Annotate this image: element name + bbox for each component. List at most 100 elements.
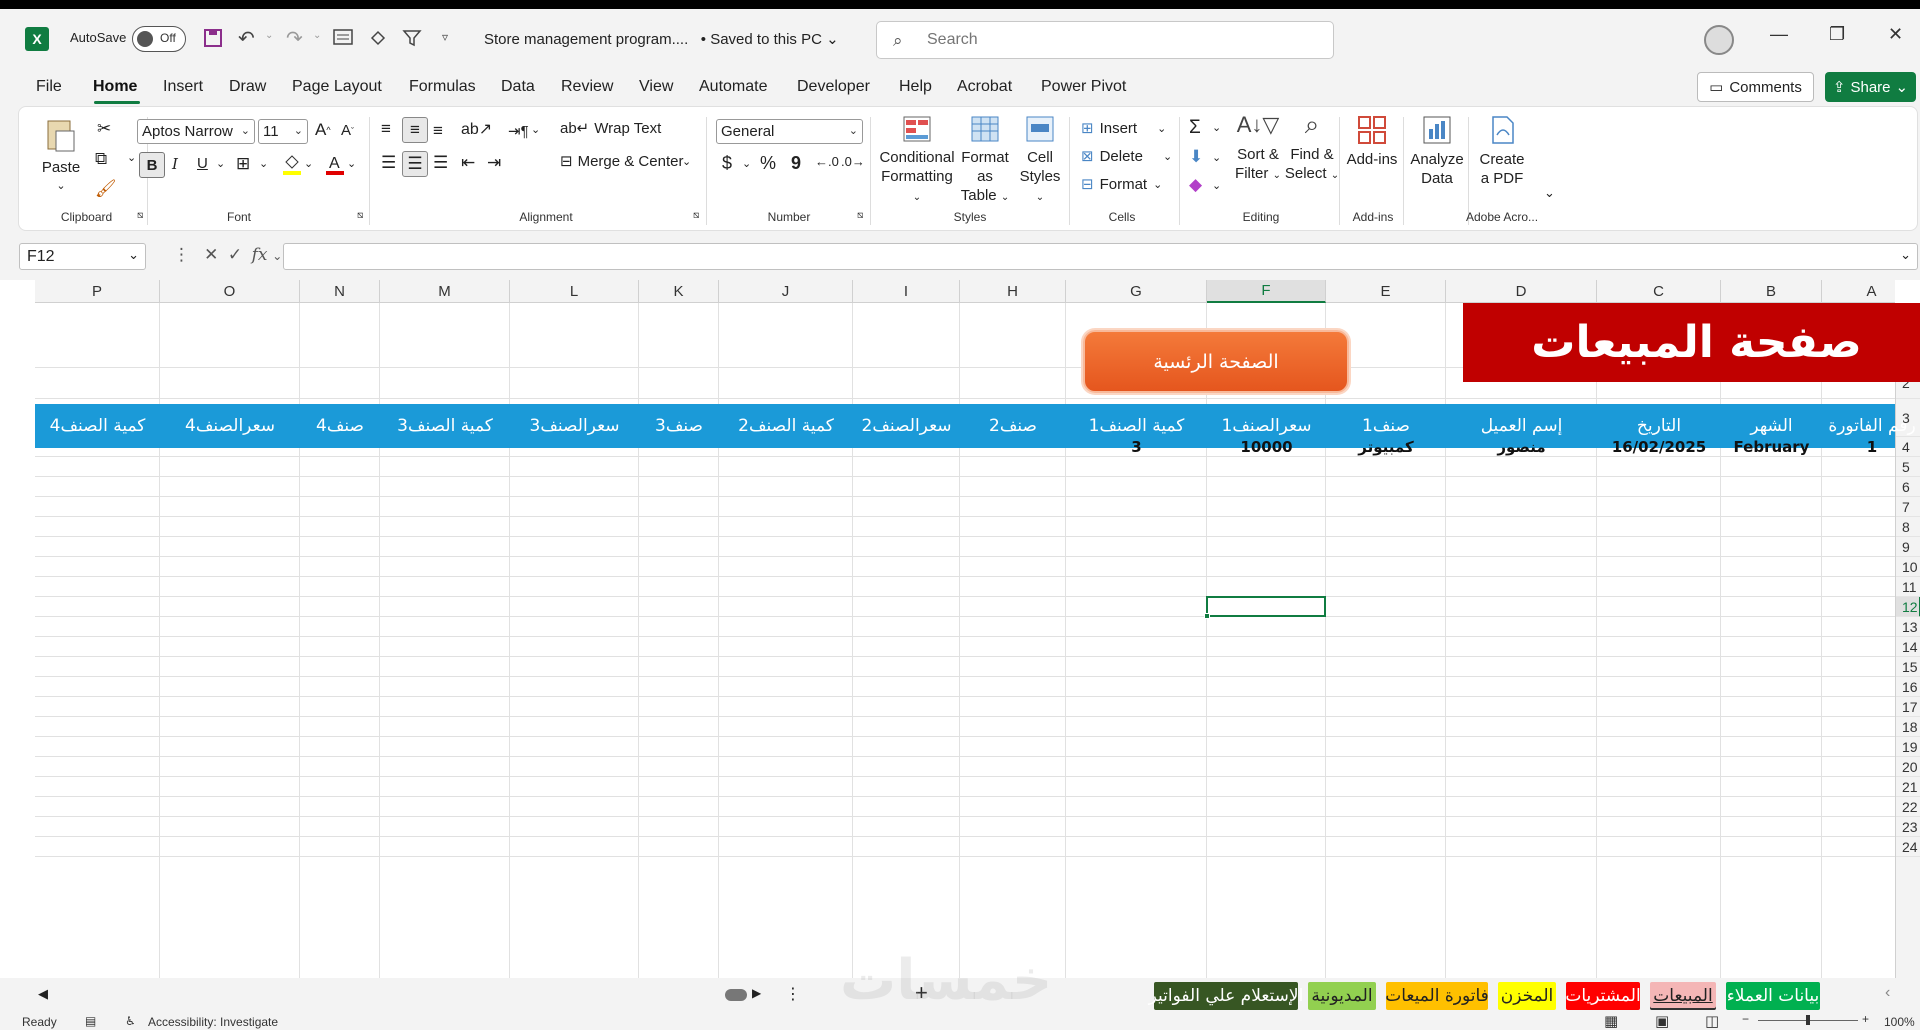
fill-dropdown-icon[interactable]: ⌄ bbox=[1212, 151, 1221, 164]
tab-review[interactable]: Review bbox=[561, 78, 613, 96]
column-header-p[interactable]: P bbox=[35, 280, 160, 303]
sheet-tab[interactable]: المخزن bbox=[1498, 982, 1556, 1010]
row-header-8[interactable]: 8 bbox=[1896, 517, 1920, 537]
comma-button[interactable]: 9 bbox=[791, 153, 801, 174]
sheet-tab[interactable]: المديونية bbox=[1308, 982, 1376, 1010]
insert-cells-button[interactable]: ⊞ Insert ⌄ bbox=[1081, 119, 1166, 138]
name-box[interactable]: F12 ⌄ bbox=[19, 243, 146, 270]
font-color-dropdown-icon[interactable]: ⌄ bbox=[347, 157, 356, 170]
sheet-tab[interactable]: الإستعلام علي الفواتير bbox=[1149, 982, 1303, 1010]
page-layout-view-icon[interactable]: ▣ bbox=[1655, 1012, 1669, 1030]
zoom-slider-thumb[interactable] bbox=[1806, 1015, 1810, 1025]
format-cells-button[interactable]: ⊟ Format ⌄ bbox=[1081, 175, 1162, 194]
cell-a4[interactable]: 1 bbox=[1822, 437, 1920, 457]
number-format-select[interactable]: General ⌄ bbox=[716, 119, 863, 144]
fill-color-icon[interactable] bbox=[281, 152, 303, 176]
row-header-14[interactable]: 14 bbox=[1896, 637, 1920, 657]
sheet-tab[interactable]: فاتورة الميعات bbox=[1385, 982, 1489, 1010]
tab-power-pivot[interactable]: Power Pivot bbox=[1041, 78, 1126, 96]
underline-button[interactable]: U bbox=[197, 155, 208, 172]
increase-decimal-icon[interactable]: ←.0 bbox=[815, 154, 839, 169]
row-header-23[interactable]: 23 bbox=[1896, 817, 1920, 837]
align-right-icon[interactable]: ☰ bbox=[433, 153, 448, 173]
search-box[interactable]: ⌕ bbox=[876, 21, 1334, 59]
borders-dropdown-icon[interactable]: ⌄ bbox=[259, 157, 268, 170]
cancel-icon[interactable]: ✕ bbox=[204, 245, 218, 264]
zoom-out-icon[interactable]: − bbox=[1742, 1012, 1749, 1026]
cell-styles-button[interactable]: Cell Styles ⌄ bbox=[1017, 115, 1063, 207]
fill-dropdown-icon[interactable]: ⌄ bbox=[304, 157, 313, 170]
wrap-text-button[interactable]: ab↵ Wrap Text bbox=[560, 119, 661, 138]
column-header-o[interactable]: O bbox=[160, 280, 300, 303]
conditional-formatting-button[interactable]: Conditional Formatting ⌄ bbox=[879, 115, 955, 207]
column-header-m[interactable]: M bbox=[380, 280, 510, 303]
dialog-launcher-icon[interactable]: ⧅ bbox=[357, 210, 363, 221]
copy-dropdown-icon[interactable]: ⌄ bbox=[127, 151, 136, 164]
cut-icon[interactable]: ✂ bbox=[97, 119, 111, 139]
tab-data[interactable]: Data bbox=[501, 78, 535, 96]
home-page-button[interactable]: الصفحة الرئسية bbox=[1083, 330, 1349, 393]
clear-dropdown-icon[interactable]: ⌄ bbox=[1212, 179, 1221, 192]
align-bottom-icon[interactable]: ≡ bbox=[433, 121, 443, 141]
tab-scroll-left-icon[interactable]: ‹ bbox=[1885, 984, 1890, 1002]
redo-icon[interactable]: ↷ bbox=[286, 26, 303, 51]
row-header-15[interactable]: 15 bbox=[1896, 657, 1920, 677]
clear-icon[interactable]: ◆ bbox=[1189, 175, 1202, 195]
tab-developer[interactable]: Developer bbox=[797, 78, 870, 96]
column-header-e[interactable]: E bbox=[1326, 280, 1446, 303]
tab-view[interactable]: View bbox=[639, 78, 673, 96]
orientation-icon[interactable]: ab↗ bbox=[461, 119, 492, 139]
column-header-b[interactable]: B bbox=[1721, 280, 1822, 303]
dialog-launcher-icon[interactable]: ⧅ bbox=[137, 210, 143, 221]
dialog-launcher-icon[interactable]: ⧅ bbox=[857, 210, 863, 221]
row-header-6[interactable]: 6 bbox=[1896, 477, 1920, 497]
borders-icon[interactable]: ⊞ bbox=[236, 154, 250, 174]
collapse-ribbon-icon[interactable]: ⌄ bbox=[1544, 185, 1555, 201]
row-header-17[interactable]: 17 bbox=[1896, 697, 1920, 717]
row-header-7[interactable]: 7 bbox=[1896, 497, 1920, 517]
row-header-12[interactable]: 12 bbox=[1896, 597, 1920, 617]
row-header-5[interactable]: 5 bbox=[1896, 457, 1920, 477]
row-header-10[interactable]: 10 bbox=[1896, 557, 1920, 577]
direction-dropdown-icon[interactable]: ⌄ bbox=[531, 123, 540, 136]
column-header-c[interactable]: C bbox=[1597, 280, 1721, 303]
column-header-h[interactable]: H bbox=[960, 280, 1066, 303]
find-select-button[interactable]: ⌕ Find & Select ⌄ bbox=[1284, 111, 1340, 185]
copy-icon[interactable]: ⧉ bbox=[95, 149, 107, 169]
row-header-21[interactable]: 21 bbox=[1896, 777, 1920, 797]
decrease-indent-icon[interactable]: ⇤ bbox=[461, 153, 475, 173]
cell-b4[interactable]: February bbox=[1721, 437, 1822, 457]
font-color-icon[interactable]: A bbox=[324, 152, 346, 176]
undo-icon[interactable]: ↶ bbox=[238, 26, 255, 51]
rtl-icon[interactable]: ⇥¶ bbox=[508, 122, 529, 140]
undo-dropdown-icon[interactable]: ⌄ bbox=[265, 30, 273, 41]
normal-view-icon[interactable]: ▦ bbox=[1604, 1012, 1618, 1030]
save-icon[interactable] bbox=[203, 28, 223, 48]
align-middle-icon[interactable]: ≡ bbox=[402, 117, 428, 143]
comments-button[interactable]: ▭ Comments bbox=[1697, 72, 1814, 102]
document-title[interactable]: Store management program.... • Saved to … bbox=[484, 30, 839, 48]
tab-help[interactable]: Help bbox=[899, 78, 932, 96]
enter-icon[interactable]: ✓ bbox=[228, 245, 242, 264]
column-header-i[interactable]: I bbox=[853, 280, 960, 303]
create-pdf-button[interactable]: Create a PDF bbox=[1474, 115, 1530, 188]
align-top-icon[interactable]: ≡ bbox=[381, 119, 391, 139]
fill-icon[interactable]: ⬇ bbox=[1189, 147, 1203, 167]
row-header-16[interactable]: 16 bbox=[1896, 677, 1920, 697]
format-painter-icon[interactable]: 🖌 bbox=[95, 179, 117, 199]
row-header-13[interactable]: 13 bbox=[1896, 617, 1920, 637]
autosave-toggle[interactable]: Off bbox=[132, 26, 186, 52]
accessibility-icon[interactable]: ♿ bbox=[125, 1014, 136, 1028]
cell-g4[interactable]: 3 bbox=[1066, 437, 1207, 457]
paste-button[interactable]: Paste ⌄ bbox=[41, 117, 81, 196]
tab-draw[interactable]: Draw bbox=[229, 78, 266, 96]
account-avatar[interactable] bbox=[1704, 25, 1734, 55]
restore-icon[interactable]: ❐ bbox=[1829, 24, 1845, 45]
search-input[interactable] bbox=[927, 29, 1317, 51]
column-header-n[interactable]: N bbox=[300, 280, 380, 303]
hscroll-thumb[interactable] bbox=[725, 989, 747, 1001]
bold-button[interactable]: B bbox=[139, 152, 165, 178]
sheet-tab[interactable]: بيانات العملاء bbox=[1726, 982, 1820, 1010]
page-break-view-icon[interactable]: ◫ bbox=[1705, 1012, 1719, 1030]
row-header-11[interactable]: 11 bbox=[1896, 577, 1920, 597]
